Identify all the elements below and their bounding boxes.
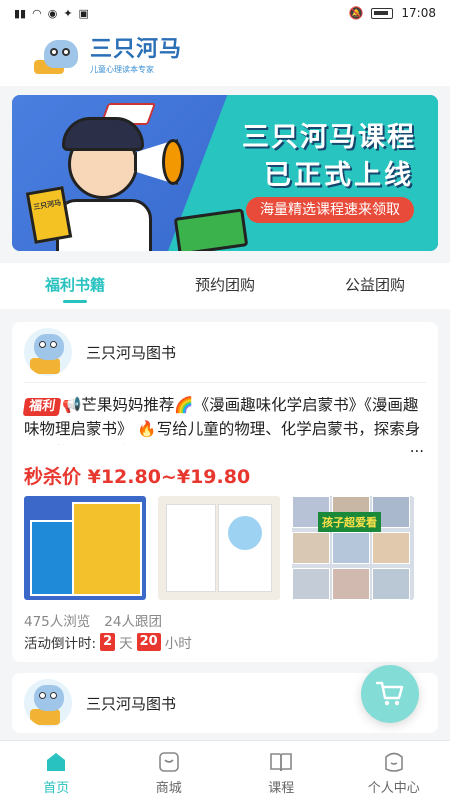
status-bar: ▮▮ ◠ ◉ ✦ ▣ 🔕 17:08: [0, 0, 450, 26]
tabbar-home[interactable]: 首页: [0, 741, 113, 800]
price: 秒杀价 ¥12.80~¥19.80: [24, 466, 251, 488]
tabbar-course[interactable]: 课程: [225, 741, 338, 800]
banner-title: 三只河马课程: [242, 122, 416, 153]
countdown-hours: 20: [136, 633, 161, 651]
app-header: 三只河马 儿童心理读本专家: [0, 26, 450, 86]
signal-icon: ▮▮: [14, 6, 27, 20]
battery-icon: [371, 7, 394, 19]
avatar[interactable]: [24, 328, 72, 376]
tabbar-label: 首页: [43, 781, 70, 796]
logo-subtitle: 儿童心理读本专家: [90, 64, 154, 74]
book-icon: [270, 753, 293, 772]
tabbar-shop[interactable]: 商城: [113, 741, 226, 800]
more-ellipsis: ...: [409, 438, 424, 456]
tabbar-label: 课程: [268, 781, 295, 796]
image-label: 孩子超爱看: [318, 512, 381, 532]
product-image[interactable]: [24, 496, 146, 600]
status-time: 17:08: [401, 6, 436, 20]
banner-book-label: 三只河马: [25, 186, 73, 244]
countdown-days: 2: [100, 633, 116, 651]
app-icon: ▣: [78, 6, 89, 20]
tab-welfare-books[interactable]: 福利书籍: [0, 263, 150, 309]
post-images: 孩子超爱看: [24, 496, 414, 600]
post-header: 三只河马图书: [12, 322, 438, 382]
hippo-logo-icon: [30, 36, 84, 76]
post-card[interactable]: 三只河马图书 福利 📢芒果妈妈推荐🌈《漫画趣味化学启蒙书》《漫画趣味物理启蒙书》 …: [12, 322, 438, 662]
post-description: 📢芒果妈妈推荐🌈《漫画趣味化学启蒙书》《漫画趣味物理启蒙书》 🔥写给儿童的物理、…: [24, 396, 421, 445]
countdown-label: 活动倒计时:: [24, 636, 97, 652]
status-icons-right: 🔕 17:08: [348, 6, 436, 20]
view-count: 475人浏览: [24, 614, 91, 630]
app-icon: ◉: [47, 6, 58, 20]
shop-name[interactable]: 三只河马图书: [86, 342, 176, 363]
post-text[interactable]: 福利 📢芒果妈妈推荐🌈《漫画趣味化学启蒙书》《漫画趣味物理启蒙书》 🔥写给儿童的物…: [12, 383, 438, 445]
logo: 三只河马 儿童心理读本专家: [90, 36, 183, 75]
app-icon: ✦: [63, 6, 73, 20]
tabbar-label: 个人中心: [367, 781, 420, 796]
countdown-hour-unit: 小时: [164, 636, 192, 652]
status-icons-left: ▮▮ ◠ ◉ ✦ ▣: [14, 7, 89, 20]
shop-icon: [158, 752, 179, 772]
bottom-tab-bar: 首页 商城 课程 个人中心: [0, 740, 450, 800]
tab-charity-group[interactable]: 公益团购: [300, 263, 450, 309]
post-stats: 475人浏览 24人跟团: [24, 610, 162, 630]
countdown: 活动倒计时: 2 天 20 小时: [24, 632, 192, 652]
category-tabs: 福利书籍 预约团购 公益团购: [0, 263, 450, 309]
mute-icon: 🔕: [348, 6, 364, 20]
cart-icon: [375, 681, 404, 706]
logo-title: 三只河马: [90, 36, 183, 62]
wifi-icon: ◠: [32, 6, 42, 20]
countdown-day-unit: 天: [119, 636, 133, 652]
banner-subtitle: 已正式上线: [264, 160, 414, 191]
megaphone-icon: [124, 135, 186, 191]
tabbar-profile[interactable]: 个人中心: [338, 741, 450, 800]
follower-count: 24人跟团: [104, 614, 162, 630]
tabbar-label: 商城: [155, 781, 182, 796]
avatar[interactable]: [24, 679, 72, 727]
banner-cta[interactable]: 海量精选课程速来领取: [246, 197, 414, 223]
tab-reservation-group[interactable]: 预约团购: [150, 263, 300, 309]
profile-icon: [384, 752, 403, 772]
home-icon: [47, 753, 66, 771]
promo-banner[interactable]: 三只河马 三只河马课程 已正式上线 海量精选课程速来领取: [12, 95, 438, 251]
cart-button[interactable]: [361, 665, 419, 723]
shop-name[interactable]: 三只河马图书: [86, 693, 176, 714]
welfare-badge: 福利: [22, 398, 62, 416]
product-image[interactable]: [158, 496, 280, 600]
product-image[interactable]: 孩子超爱看: [292, 496, 414, 600]
